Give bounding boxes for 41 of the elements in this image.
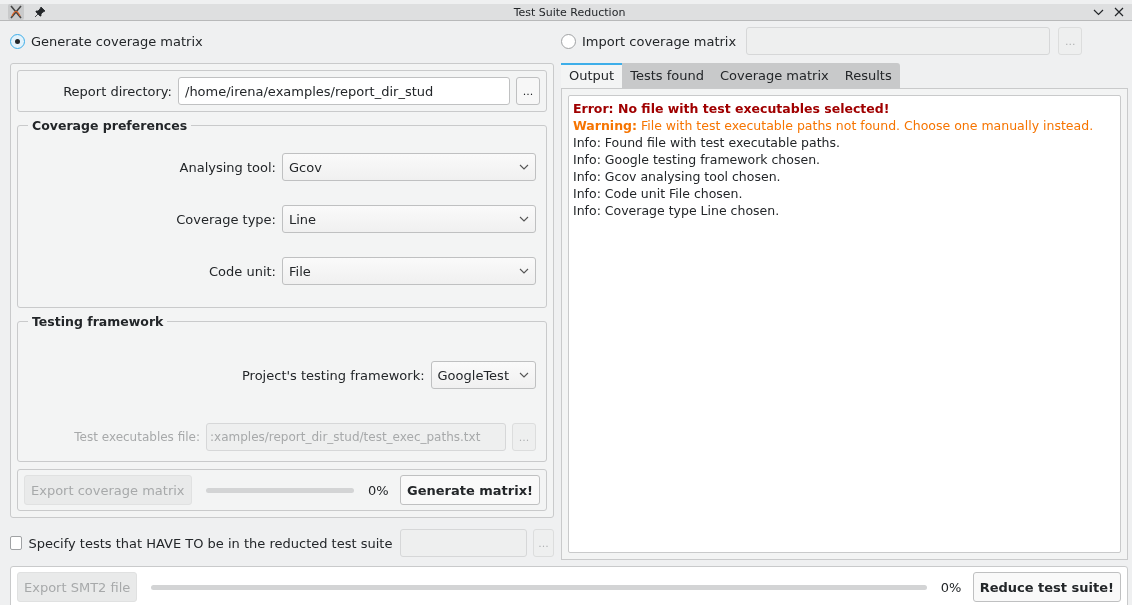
chevron-down-icon [519,268,529,274]
field-label: Project's testing framework: [242,367,425,383]
progress-reading: 0% [368,482,390,498]
group-title: Coverage preferences [28,118,192,133]
group-title: Testing framework [28,314,168,329]
app-icon [8,4,24,20]
radio-button[interactable]: Generate coverage matrix [10,33,203,49]
dropdown[interactable]: GoogleTest [430,361,536,389]
progress-reading: 0% [940,579,963,595]
tab[interactable]: Tests found [622,63,712,88]
field-label: Analysing tool: [179,159,276,175]
field-label: Coverage type: [176,211,276,227]
chevron-down-icon [519,164,529,170]
window-title: Test Suite Reduction [512,5,627,19]
chevron-down-icon[interactable] [1093,8,1104,16]
reduce-button[interactable]: Reduce test suite! [972,572,1121,602]
chevron-down-icon [519,216,529,222]
dropdown[interactable]: Line [282,205,536,233]
generate-button[interactable]: Generate matrix! [400,475,540,505]
log-line: Info: Google testing framework chosen. [573,151,821,168]
log-line: Info: Gcov analysing tool chosen. [573,168,781,185]
field-label: Report directory: [63,83,172,99]
log-line: Info: Coverage type Line chosen. [573,202,780,219]
field-label: Test executables file: [74,430,200,444]
dropdown[interactable]: File [282,257,536,285]
tab[interactable]: Output [561,63,623,88]
checkbox-label: Specify tests that HAVE TO be in the reducted test suite [28,535,393,551]
browse-button[interactable]: ... [516,77,540,105]
field-label: Code unit: [209,263,276,279]
radio-button[interactable]: Import coverage matrix [561,33,737,49]
pin-icon[interactable] [34,6,46,18]
log-line: Warning: File with test executable paths not found. Choose one manually instead. [573,117,1094,134]
log-line: Info: Found file with test executable paths. [573,134,840,151]
input-field[interactable]: /home/irena/examples/report_dir_stud [178,77,510,105]
close-icon[interactable] [1114,7,1124,17]
dropdown[interactable]: Gcov [282,153,536,181]
chevron-down-icon [519,372,529,378]
tab[interactable]: Coverage matrix [711,63,837,88]
log-line: Info: Code unit File chosen. [573,185,743,202]
tab[interactable]: Results [836,63,900,88]
log-line: Error: No file with test executables selected! [573,100,890,117]
